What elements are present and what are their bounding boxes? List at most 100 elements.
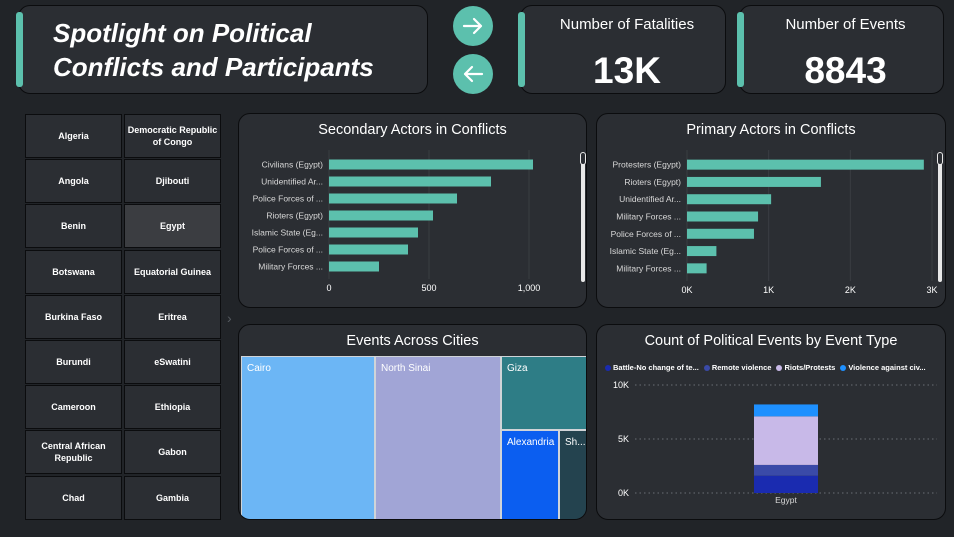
tick-label: 2K [845,285,856,295]
treemap-cell[interactable]: Alexandria [501,430,559,519]
bar [329,227,418,238]
slicer-item[interactable]: Ethiopia [124,385,221,430]
category-label: Military Forces ... [616,212,681,222]
kpi-events-label: Number of Events [785,16,906,33]
treemap-cell[interactable]: Sh... [559,430,586,519]
category-label: Civilians (Egypt) [262,160,324,170]
category-label: Islamic State (Eg... [252,228,323,238]
primary-actors-card: Primary Actors in Conflicts 0K 1K 2K 3K Prot… [596,113,946,308]
slicer-item[interactable]: Burundi [25,340,122,384]
arrow-right-icon [462,17,483,35]
tick-label: 3K [926,285,937,295]
event-type-card: Count of Political Events by Event Type … [596,324,946,520]
scrollbar-thumb[interactable] [580,152,586,165]
slicer-item[interactable]: Benin [25,204,122,249]
category-label: Islamic State (Eg... [610,246,681,256]
bar [329,159,533,170]
tick-label: 1,000 [518,283,541,293]
slicer-item[interactable]: Algeria [25,114,122,158]
kpi-fatalities-card: Number of Fatalities 13K [518,5,726,94]
next-page-button[interactable] [453,6,493,46]
treemap-cell[interactable]: Cairo [241,356,375,519]
bar [329,261,379,272]
kpi-events-value: 8843 [804,50,887,91]
kpi-fatalities-label: Number of Fatalities [559,16,695,33]
kpi-fatalities-value: 13K [593,50,661,91]
scrollbar[interactable] [938,154,942,282]
tick-label: 1K [763,285,774,295]
stacked-bar-segment [754,464,818,476]
secondary-actors-card: Secondary Actors in Conflicts 0 500 1,000 C… [238,113,587,308]
tick-label: 500 [421,283,436,293]
category-label: Police Forces of ... [611,229,681,239]
event-type-chart: 0K 5K 10K Egypt [613,380,937,505]
slicer-item[interactable]: Equatorial Guinea [124,249,221,294]
scrollbar-thumb[interactable] [937,152,943,165]
category-label: Military Forces ... [258,262,323,272]
category-label: Protesters (Egypt) [613,160,682,170]
slicer-item[interactable]: Angola [25,159,122,204]
treemap-label: Alexandria [507,437,555,448]
chevron-right-icon[interactable]: › [227,310,232,326]
kpi-events-card: Number of Events 8843 [737,5,944,94]
treemap-label: Sh... [565,437,586,448]
bar [687,159,924,170]
tick-label: 5K [618,434,629,444]
slicer-item[interactable]: Central African Republic [25,430,122,475]
slicer-item[interactable]: Djibouti [124,159,221,204]
bar [329,244,408,255]
bar [687,211,759,222]
scrollbar[interactable] [581,154,585,282]
kpi-accent-bar [737,12,744,87]
previous-page-button[interactable] [453,54,493,94]
page-title: Spotlight on Political Conflicts and Par… [53,18,374,82]
category-label: Rioters (Egypt) [266,211,323,221]
arrow-left-icon [463,65,484,83]
treemap-label: Cairo [247,363,271,374]
category-label: Egypt [775,495,797,505]
stacked-bar-segment [754,404,818,417]
category-label: Unidentified Ar... [261,177,323,187]
events-cities-card: Events Across Cities Cairo North Sinai Giz… [238,324,587,520]
stacked-bar-segment [754,416,818,465]
treemap-cell[interactable]: Giza [501,356,586,430]
chart-title: Events Across Cities [346,333,479,349]
category-label: Unidentified Ar... [619,194,681,204]
tick-label: 10K [613,380,629,390]
category-label: Military Forces ... [616,263,681,273]
slicer-item[interactable]: Chad [25,475,122,520]
slicer-item[interactable]: Democratic Republic of Congo [124,114,221,158]
bar [687,263,707,274]
slicer-item[interactable]: Eritrea [124,294,221,339]
slicer-item[interactable]: Burkina Faso [25,294,122,339]
slicer-item[interactable]: Gambia [124,475,221,520]
tick-label: 0K [618,488,629,498]
slicer-item[interactable]: Gabon [124,430,221,475]
bar [329,210,433,221]
treemap-label: North Sinai [381,363,431,374]
bar [329,193,457,204]
bar [687,246,717,257]
bar [687,228,754,239]
slicer-item[interactable]: Egypt [124,204,221,249]
primary-actors-chart: 0K 1K 2K 3K Protesters (Egypt) Rioters (Egypt… [610,150,938,295]
treemap-label: Giza [507,363,528,374]
kpi-accent-bar [518,12,525,87]
tick-label: 0K [681,285,692,295]
stacked-bar-segment [754,475,818,493]
country-slicer: Algeria Democratic Republic of Congo Angol… [25,114,223,521]
title-accent-bar [16,12,23,87]
category-label: Rioters (Egypt) [624,177,681,187]
category-label: Police Forces of ... [253,245,323,255]
title-card: Spotlight on Political Conflicts and Par… [16,5,428,94]
treemap-cell[interactable]: North Sinai [375,356,501,519]
bar [687,194,772,205]
bar [687,176,821,187]
category-label: Police Forces of ... [253,194,323,204]
tick-label: 0 [326,283,331,293]
slicer-item[interactable]: Cameroon [25,385,122,430]
secondary-actors-chart: 0 500 1,000 Civilians (Egypt) Unidentified A… [252,150,541,293]
slicer-item[interactable]: Botswana [25,249,122,294]
slicer-item[interactable]: eSwatini [124,340,221,384]
bar [329,176,491,187]
